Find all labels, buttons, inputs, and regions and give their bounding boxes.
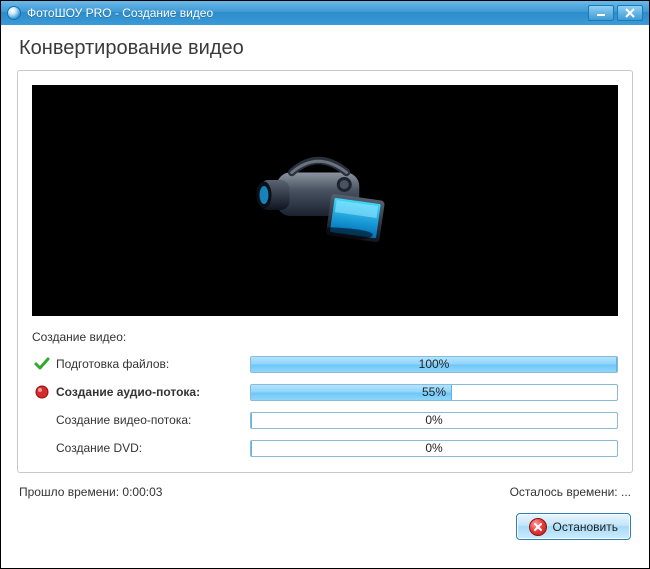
progress-bar: 100% [250, 356, 618, 373]
step-label: Создание видео-потока: [52, 413, 250, 427]
check-icon [32, 356, 52, 372]
app-icon [7, 6, 21, 20]
progress-bar: 0% [250, 440, 618, 457]
elapsed-label: Прошло времени: [19, 485, 122, 499]
progress-section-header: Создание видео: [32, 330, 618, 344]
progress-bar: 0% [250, 412, 618, 429]
progress-percent: 100% [251, 357, 617, 372]
elapsed-time: Прошло времени: 0:00:03 [19, 485, 162, 499]
step-row-video: Создание видео-потока: 0% [32, 406, 618, 434]
window-controls [588, 5, 643, 21]
step-row-dvd: Создание DVD: 0% [32, 434, 618, 462]
step-label: Создание DVD: [52, 441, 250, 455]
progress-percent: 0% [251, 441, 617, 456]
page-title: Конвертирование видео [17, 33, 633, 70]
step-label: Подготовка файлов: [52, 357, 250, 371]
elapsed-value: 0:00:03 [122, 485, 162, 499]
button-bar: Остановить [1, 499, 649, 540]
progress-percent: 0% [251, 413, 617, 428]
progress-steps: Подготовка файлов: 100% Создание аудио-п… [32, 350, 618, 462]
step-row-audio: Создание аудио-потока: 55% [32, 378, 618, 406]
close-icon [625, 8, 635, 18]
window-title: ФотоШОУ PRO - Создание видео [27, 6, 588, 20]
step-label: Создание аудио-потока: [52, 385, 250, 399]
progress-bar: 55% [250, 384, 618, 401]
stop-button[interactable]: Остановить [516, 513, 632, 540]
content-frame: Создание видео: Подготовка файлов: 100% … [17, 70, 633, 473]
close-button[interactable] [617, 5, 643, 21]
page-body: Конвертирование видео [1, 25, 649, 473]
status-bar: Прошло времени: 0:00:03 Осталось времени… [1, 473, 649, 499]
progress-percent: 55% [251, 385, 617, 400]
remaining-value: ... [621, 485, 631, 499]
record-icon [32, 385, 52, 399]
video-preview [32, 85, 618, 316]
stop-icon [529, 518, 547, 536]
step-row-prepare: Подготовка файлов: 100% [32, 350, 618, 378]
titlebar: ФотоШОУ PRO - Создание видео [1, 1, 649, 25]
remaining-label: Осталось времени: [510, 485, 621, 499]
remaining-time: Осталось времени: ... [510, 485, 631, 499]
minimize-button[interactable] [588, 5, 614, 21]
minimize-icon [596, 9, 606, 17]
camcorder-icon [248, 141, 403, 261]
stop-button-label: Остановить [553, 520, 619, 534]
